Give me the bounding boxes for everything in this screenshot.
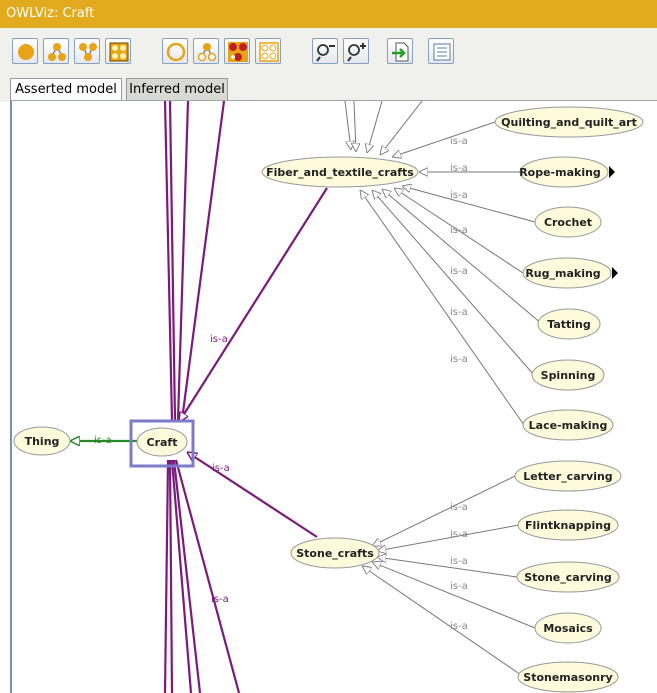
edge-label: is-a: [450, 266, 468, 277]
edge-label: is-a: [450, 581, 468, 592]
graph-canvas[interactable]: is-a is-a is-a is-a is-a is-a is-a is-a: [10, 100, 657, 693]
node-label: Stone_carving: [524, 571, 612, 584]
edge-label: is-a: [450, 529, 468, 540]
node-stone-carving[interactable]: Stone_carving: [516, 561, 620, 593]
node-label: Craft: [147, 436, 178, 449]
stone-edge-labels: is-a is-a is-a is-a is-a: [450, 502, 468, 632]
export-button[interactable]: [387, 38, 413, 64]
node-label: Crochet: [544, 216, 592, 229]
export-icon: [392, 42, 409, 62]
node-label: Fiber_and_textile_crafts: [266, 166, 414, 179]
node-label: Flintknapping: [525, 519, 611, 532]
show-all-icon: [109, 42, 129, 62]
node-quilting-and-quilt-art[interactable]: Quilting_and_quilt_art: [494, 106, 644, 138]
show-superclasses-button[interactable]: [74, 38, 100, 64]
node-tatting[interactable]: Tatting: [537, 308, 601, 340]
edge-label: is-a: [450, 163, 468, 174]
show-class-button[interactable]: [12, 38, 38, 64]
class-hierarchy-graph: is-a is-a is-a is-a is-a is-a is-a is-a: [13, 101, 644, 693]
offscreen-subclass-edges-bottom: [163, 459, 241, 693]
zoom-in-icon: [347, 43, 366, 62]
node-label: Stonemasonry: [523, 671, 612, 684]
node-flintknapping[interactable]: Flintknapping: [517, 509, 619, 541]
node-crochet[interactable]: Crochet: [534, 206, 602, 238]
node-label: Thing: [25, 435, 60, 448]
edge-stone-craft: [187, 451, 318, 538]
edge-fiber-craft: [178, 187, 328, 422]
offscreen-subclass-edges-top: [163, 101, 226, 421]
tab-asserted-model[interactable]: Asserted model: [10, 78, 122, 102]
hide-subclasses-button[interactable]: [193, 38, 219, 64]
node-label: Quilting_and_quilt_art: [501, 116, 637, 129]
tab-inferred-model[interactable]: Inferred model: [126, 78, 228, 102]
edge-label: is-a: [450, 307, 468, 318]
options-icon: [433, 43, 451, 61]
edge-label: is-a: [210, 334, 228, 345]
node-spinning[interactable]: Spinning: [531, 359, 605, 391]
show-subclasses-button[interactable]: [43, 38, 69, 64]
node-label: Rug_making: [525, 267, 600, 280]
node-label: Letter_carving: [523, 470, 612, 483]
node-mosaics[interactable]: Mosaics: [534, 612, 602, 644]
edge-label: is-a: [94, 435, 112, 446]
zoom-out-icon: [316, 44, 335, 62]
edge-label: is-a: [450, 190, 468, 201]
expand-arrow-icon[interactable]: [612, 267, 618, 279]
edge-label: is-a: [450, 556, 468, 567]
edge-label: is-a: [450, 136, 468, 147]
show-class-icon: [18, 44, 34, 60]
toolbar: [0, 28, 657, 74]
expand-arrow-icon[interactable]: [609, 166, 615, 178]
node-fiber-and-textile-crafts[interactable]: Fiber_and_textile_crafts: [261, 156, 419, 188]
hide-superclasses-icon: [228, 42, 248, 62]
edge-label: is-a: [212, 463, 230, 474]
node-rug-making[interactable]: Rug_making: [522, 257, 618, 289]
node-label: Lace-making: [529, 419, 608, 432]
options-button[interactable]: [428, 38, 454, 64]
edge-label: is-a: [450, 354, 468, 365]
hide-all-icon: [259, 42, 279, 62]
show-superclasses-icon: [79, 43, 97, 61]
show-all-button[interactable]: [105, 38, 131, 64]
edge-label: is-a: [450, 225, 468, 236]
fiber-edge-labels: is-a is-a is-a is-a is-a is-a is-a: [450, 136, 468, 365]
window-title: OWLViz: Craft: [0, 0, 657, 28]
hide-superclasses-button[interactable]: [224, 38, 250, 64]
tab-strip: Asserted model Inferred model: [0, 74, 657, 102]
node-thing[interactable]: Thing: [13, 426, 71, 456]
node-stonemasonry[interactable]: Stonemasonry: [517, 661, 619, 693]
node-label: Spinning: [541, 369, 596, 382]
node-stone-crafts[interactable]: Stone_crafts: [290, 537, 380, 569]
node-label: Rope-making: [519, 166, 601, 179]
edge-label: is-a: [211, 594, 229, 605]
node-letter-carving[interactable]: Letter_carving: [514, 460, 622, 492]
node-label: Mosaics: [543, 622, 593, 635]
zoom-out-button[interactable]: [312, 38, 338, 64]
node-label: Stone_crafts: [296, 547, 374, 560]
edge-label: is-a: [450, 502, 468, 513]
node-rope-making[interactable]: Rope-making: [519, 156, 615, 188]
hide-class-icon: [166, 42, 186, 62]
node-lace-making[interactable]: Lace-making: [522, 409, 614, 441]
hide-class-button[interactable]: [162, 38, 188, 64]
fiber-subclass-edges: [344, 101, 543, 426]
hide-all-button[interactable]: [255, 38, 281, 64]
stone-subclass-edges: [362, 475, 536, 678]
zoom-in-button[interactable]: [343, 38, 369, 64]
node-craft[interactable]: Craft: [129, 419, 195, 468]
hide-subclasses-icon: [197, 43, 217, 62]
edge-label: is-a: [450, 621, 468, 632]
show-subclasses-icon: [48, 43, 66, 61]
node-label: Tatting: [547, 318, 591, 331]
